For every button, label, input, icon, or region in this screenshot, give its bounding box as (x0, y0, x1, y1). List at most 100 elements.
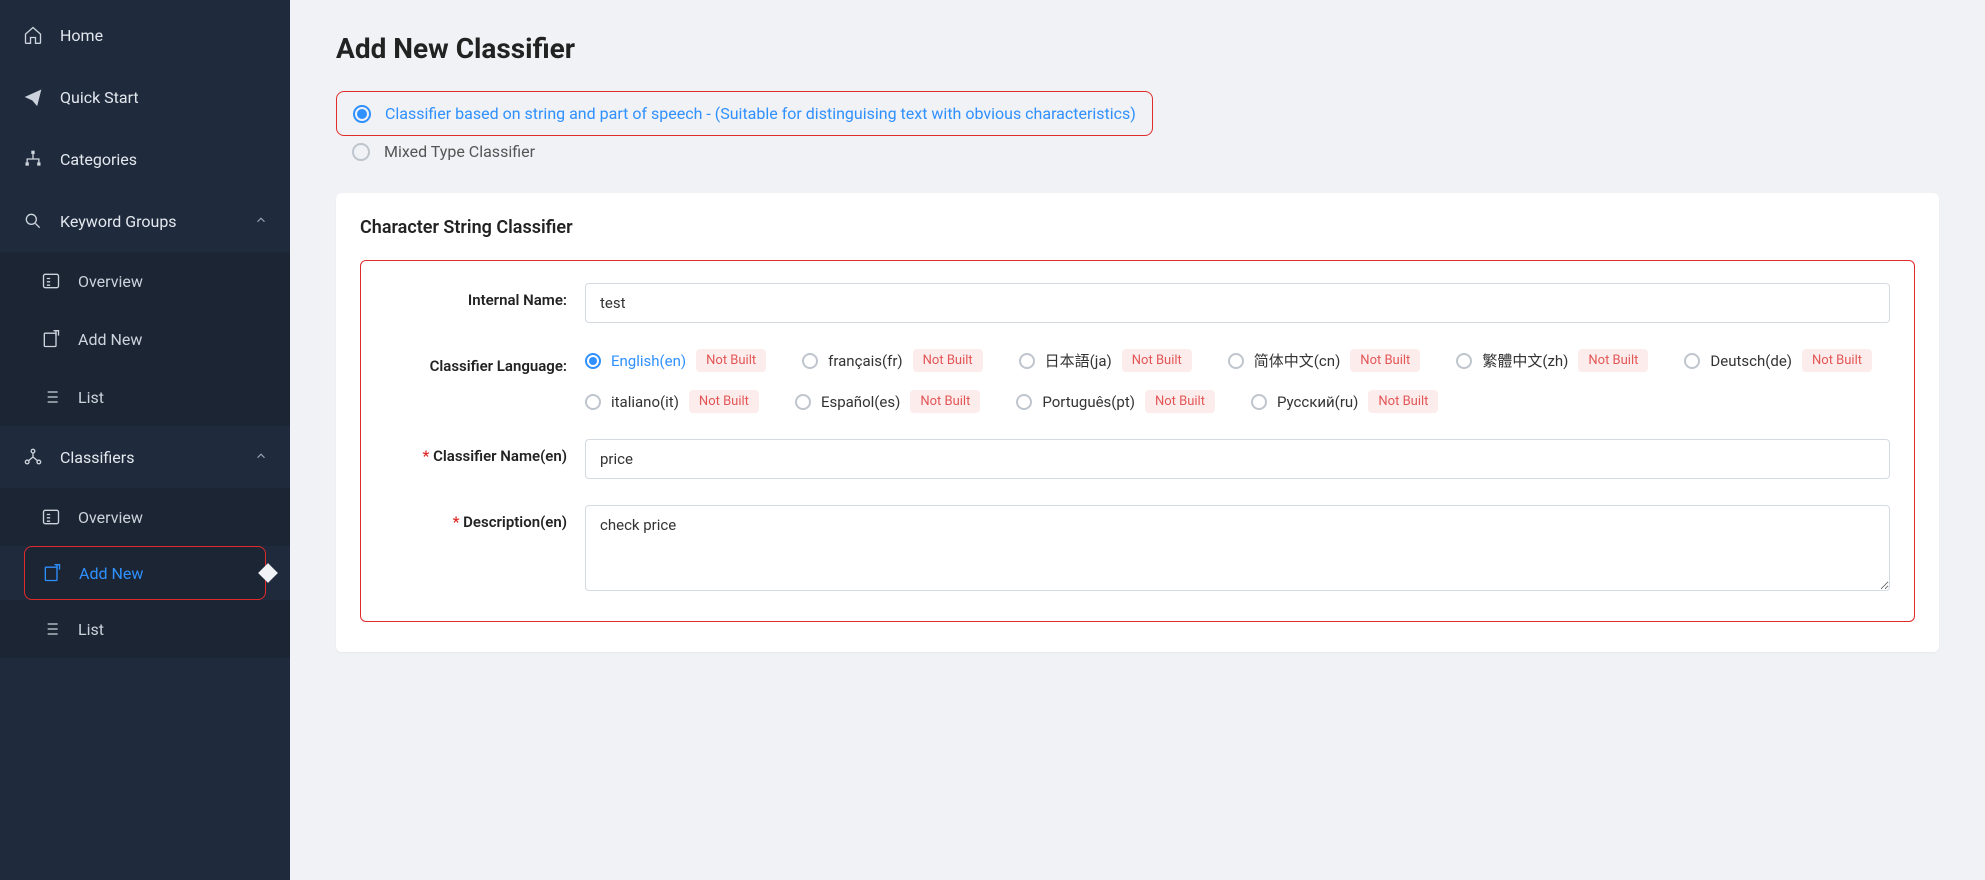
search-icon (22, 210, 44, 232)
radio-unselected-icon[interactable] (1228, 353, 1244, 369)
status-badge: Not Built (689, 390, 759, 413)
row-classifier-language: Classifier Language: English(en) Not Buil… (385, 349, 1890, 413)
language-label: Português(pt) (1042, 393, 1135, 411)
label-classifier-name: Classifier Name(en) (385, 439, 585, 465)
language-label: italiano(it) (611, 393, 679, 411)
language-label: 日本語(ja) (1045, 350, 1112, 371)
status-badge: Not Built (913, 349, 983, 372)
sidebar-item-categories[interactable]: Categories (0, 128, 290, 190)
sidebar-item-label: Overview (78, 272, 143, 291)
status-badge: Not Built (1368, 390, 1438, 413)
chevron-up-icon (254, 448, 268, 467)
status-badge: Not Built (1578, 349, 1648, 372)
panel-title: Character String Classifier (360, 217, 1915, 238)
language-option[interactable]: Português(pt) Not Built (1016, 390, 1215, 413)
sidebar-item-label: List (78, 388, 104, 407)
form-block: Internal Name: Classifier Language: Engl… (360, 260, 1915, 622)
language-label: Deutsch(de) (1710, 352, 1792, 370)
row-description: Description(en) (385, 505, 1890, 595)
radio-unselected-icon[interactable] (1016, 394, 1032, 410)
label-description: Description(en) (385, 505, 585, 531)
language-option[interactable]: italiano(it) Not Built (585, 390, 759, 413)
language-option[interactable]: 简体中文(cn) Not Built (1228, 349, 1421, 372)
sidebar-item-label: Overview (78, 508, 143, 527)
page-title: Add New Classifier (336, 32, 1939, 65)
add-file-icon (40, 328, 62, 350)
sidebar-item-c-overview[interactable]: Overview (0, 488, 290, 546)
sidebar-item-quick-start[interactable]: Quick Start (0, 66, 290, 128)
home-icon (22, 24, 44, 46)
status-badge: Not Built (1802, 349, 1872, 372)
row-classifier-name: Classifier Name(en) (385, 439, 1890, 479)
sidebar-item-label: List (78, 620, 104, 639)
chevron-up-icon (254, 212, 268, 231)
radio-unselected-icon[interactable] (1019, 353, 1035, 369)
internal-name-input[interactable] (585, 283, 1890, 323)
classifier-type-option-mixed[interactable]: Mixed Type Classifier (336, 136, 1939, 173)
sidebar: Home Quick Start Categories Keyword Grou… (0, 0, 290, 880)
string-classifier-panel: Character String Classifier Internal Nam… (336, 193, 1939, 652)
row-internal-name: Internal Name: (385, 283, 1890, 323)
language-options: English(en) Not Built français(fr) Not Buil… (585, 349, 1890, 413)
sidebar-item-label: Add New (78, 330, 142, 349)
option-label: Classifier based on string and part of s… (385, 104, 1136, 123)
label-classifier-language: Classifier Language: (385, 349, 585, 375)
language-option[interactable]: Deutsch(de) Not Built (1684, 349, 1872, 372)
status-badge: Not Built (1122, 349, 1192, 372)
add-file-icon (41, 562, 63, 584)
sidebar-item-kg-list[interactable]: List (0, 368, 290, 426)
classifier-type-option-string[interactable]: Classifier based on string and part of s… (336, 91, 1153, 136)
sidebar-item-label: Categories (60, 150, 137, 169)
sitemap-icon (22, 148, 44, 170)
sidebar-item-classifiers[interactable]: Classifiers (0, 426, 290, 488)
radio-unselected-icon[interactable] (795, 394, 811, 410)
sidebar-item-label: Quick Start (60, 88, 139, 107)
sidebar-item-kg-overview[interactable]: Overview (0, 252, 290, 310)
list-icon (40, 618, 62, 640)
language-option[interactable]: 繁體中文(zh) Not Built (1456, 349, 1648, 372)
language-option[interactable]: Русский(ru) Not Built (1251, 390, 1438, 413)
status-badge: Not Built (1350, 349, 1420, 372)
classifier-name-input[interactable] (585, 439, 1890, 479)
sidebar-item-label: Add New (79, 564, 143, 583)
language-label: Español(es) (821, 393, 900, 411)
option-label: Mixed Type Classifier (384, 142, 535, 161)
sidebar-item-c-add-new[interactable]: Add New (24, 546, 266, 600)
active-indicator (258, 563, 278, 583)
language-label: English(en) (611, 352, 686, 370)
sidebar-item-label: Keyword Groups (60, 212, 177, 231)
language-label: Русский(ru) (1277, 393, 1358, 411)
list-detail-icon (40, 506, 62, 528)
radio-unselected-icon[interactable] (585, 394, 601, 410)
sidebar-item-label: Home (60, 26, 103, 45)
sidebar-item-kg-add-new[interactable]: Add New (0, 310, 290, 368)
language-label: 简体中文(cn) (1254, 350, 1341, 371)
sidebar-item-label: Classifiers (60, 448, 134, 467)
list-icon (40, 386, 62, 408)
sidebar-item-home[interactable]: Home (0, 4, 290, 66)
radio-unselected-icon[interactable] (1456, 353, 1472, 369)
language-label: 繁體中文(zh) (1482, 350, 1568, 371)
language-option[interactable]: Español(es) Not Built (795, 390, 980, 413)
radio-unselected-icon[interactable] (352, 143, 370, 161)
radio-unselected-icon[interactable] (802, 353, 818, 369)
description-textarea[interactable] (585, 505, 1890, 591)
sidebar-item-c-list[interactable]: List (0, 600, 290, 658)
nodes-icon (22, 446, 44, 468)
status-badge: Not Built (1145, 390, 1215, 413)
language-option[interactable]: English(en) Not Built (585, 349, 766, 372)
radio-selected-icon[interactable] (353, 105, 371, 123)
radio-selected-icon[interactable] (585, 353, 601, 369)
list-detail-icon (40, 270, 62, 292)
status-badge: Not Built (910, 390, 980, 413)
paper-plane-icon (22, 86, 44, 108)
status-badge: Not Built (696, 349, 766, 372)
language-option[interactable]: 日本語(ja) Not Built (1019, 349, 1192, 372)
radio-unselected-icon[interactable] (1251, 394, 1267, 410)
sidebar-item-keyword-groups[interactable]: Keyword Groups (0, 190, 290, 252)
main-content: Add New Classifier Classifier based on s… (290, 0, 1985, 880)
language-label: français(fr) (828, 352, 903, 370)
language-option[interactable]: français(fr) Not Built (802, 349, 983, 372)
label-internal-name: Internal Name: (385, 283, 585, 309)
radio-unselected-icon[interactable] (1684, 353, 1700, 369)
